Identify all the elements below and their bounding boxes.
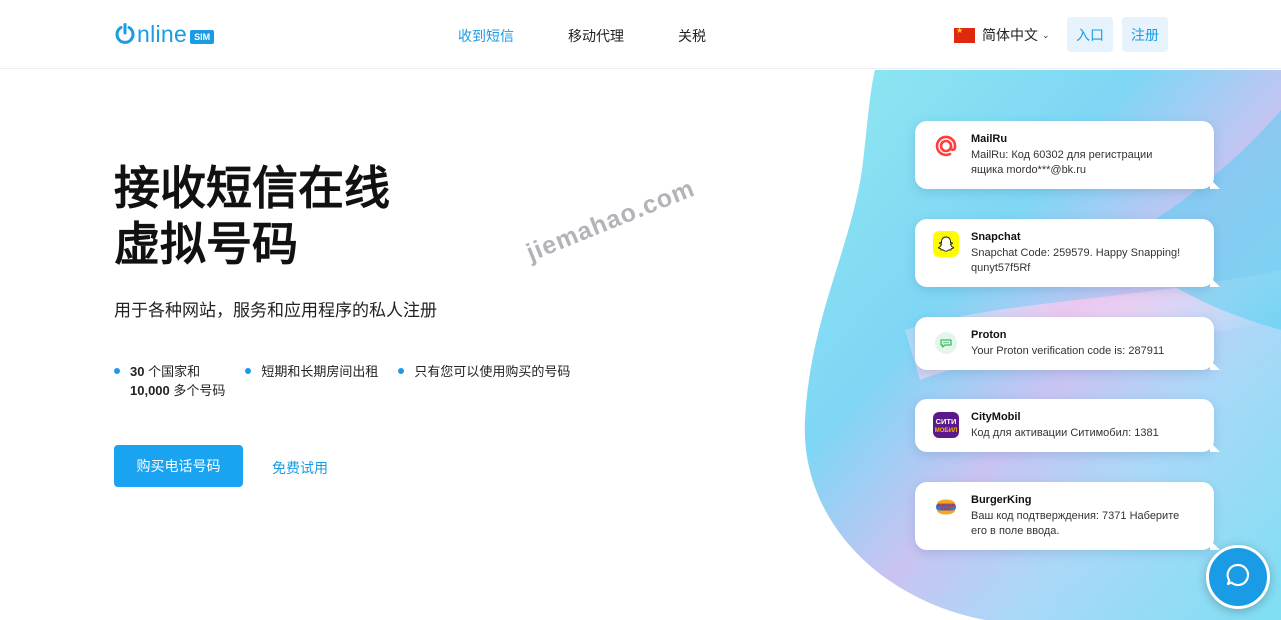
hero-title-line1: 接收短信在线 bbox=[114, 162, 390, 214]
feature-item: 30 个国家和 10,000 多个号码 bbox=[114, 362, 225, 400]
top-header: nline SIM 收到短信 移动代理 关税 简体中文 ⌄ 入口 注册 bbox=[0, 0, 1281, 69]
chevron-down-icon: ⌄ bbox=[1042, 29, 1050, 40]
onlinesim-logo[interactable]: nline SIM bbox=[114, 20, 215, 48]
card-service-name: Proton bbox=[971, 329, 1007, 341]
sms-card-mailru: MailRu MailRu: Код 60302 для регистрации… bbox=[915, 121, 1220, 189]
free-trial-link[interactable]: 免费试用 bbox=[272, 458, 328, 478]
power-logo-icon bbox=[114, 23, 136, 45]
sms-card-snapchat: Snapchat Snapchat Code: 259579. Happy Sn… bbox=[915, 219, 1220, 287]
card-message: Snapchat Code: 259579. Happy Snapping! q… bbox=[971, 247, 1181, 274]
bullet-dot-icon bbox=[398, 368, 405, 374]
card-service-name: MailRu bbox=[971, 133, 1008, 145]
card-message: Ваш код подтверждения: 7371 Наберите его… bbox=[971, 510, 1180, 537]
feature-item: 只有您可以使用购买的号码 bbox=[398, 362, 570, 400]
sms-card-citymobil: СИТИ МОБИЛ CityMobil Код для активации С… bbox=[915, 399, 1220, 452]
logo-text: nline bbox=[137, 20, 188, 47]
feature-list: 30 个国家和 10,000 多个号码 短期和长期房间出租 只有您可以使用购买的… bbox=[114, 362, 590, 400]
hero-subtitle: 用于各种网站，服务和应用程序的私人注册 bbox=[114, 301, 437, 320]
logo-badge: SIM bbox=[190, 30, 215, 44]
chat-bubble-icon bbox=[1225, 562, 1251, 593]
burgerking-icon: BURGER KING bbox=[933, 494, 959, 520]
nav-mobile-proxy[interactable]: 移动代理 bbox=[568, 26, 624, 46]
card-service-name: CityMobil bbox=[971, 411, 1021, 423]
language-label: 简体中文 bbox=[982, 27, 1038, 43]
card-message: Код для активации Ситимобил: 1381 bbox=[971, 427, 1159, 439]
svg-text:МОБИЛ: МОБИЛ bbox=[935, 428, 958, 434]
card-service-name: Snapchat bbox=[971, 231, 1021, 243]
china-flag-icon bbox=[954, 26, 975, 43]
chat-support-button[interactable] bbox=[1206, 545, 1270, 609]
login-button[interactable]: 入口 bbox=[1067, 17, 1113, 52]
language-selector[interactable]: 简体中文 ⌄ bbox=[954, 25, 1050, 45]
card-message: Your Proton verification code is: 287911 bbox=[971, 345, 1165, 357]
nav-tariffs[interactable]: 关税 bbox=[678, 26, 706, 46]
citymobil-icon: СИТИ МОБИЛ bbox=[933, 412, 959, 438]
card-service-name: BurgerKing bbox=[971, 494, 1032, 506]
sms-card-proton: Proton Your Proton verification code is:… bbox=[915, 317, 1220, 370]
watermark: jiemahao.com bbox=[522, 174, 699, 268]
mailru-icon bbox=[933, 133, 959, 159]
hero-title-line2: 虚拟号码 bbox=[114, 218, 298, 270]
bullet-dot-icon bbox=[114, 368, 120, 374]
hero-title: 接收短信在线 虚拟号码 bbox=[114, 160, 390, 272]
nav-receive-sms[interactable]: 收到短信 bbox=[458, 26, 514, 46]
buy-number-button[interactable]: 购买电话号码 bbox=[114, 445, 243, 487]
register-button[interactable]: 注册 bbox=[1122, 17, 1168, 52]
feature-item: 短期和长期房间出租 bbox=[245, 362, 378, 400]
svg-text:KING: KING bbox=[941, 506, 951, 511]
snapchat-icon bbox=[933, 231, 959, 257]
svg-text:СИТИ: СИТИ bbox=[936, 417, 957, 426]
sms-card-burgerking: BURGER KING BurgerKing Ваш код подтвержд… bbox=[915, 482, 1220, 550]
proton-chat-icon bbox=[933, 330, 959, 356]
bullet-dot-icon bbox=[245, 368, 252, 374]
card-message: MailRu: Код 60302 для регистрации ящика … bbox=[971, 149, 1153, 176]
